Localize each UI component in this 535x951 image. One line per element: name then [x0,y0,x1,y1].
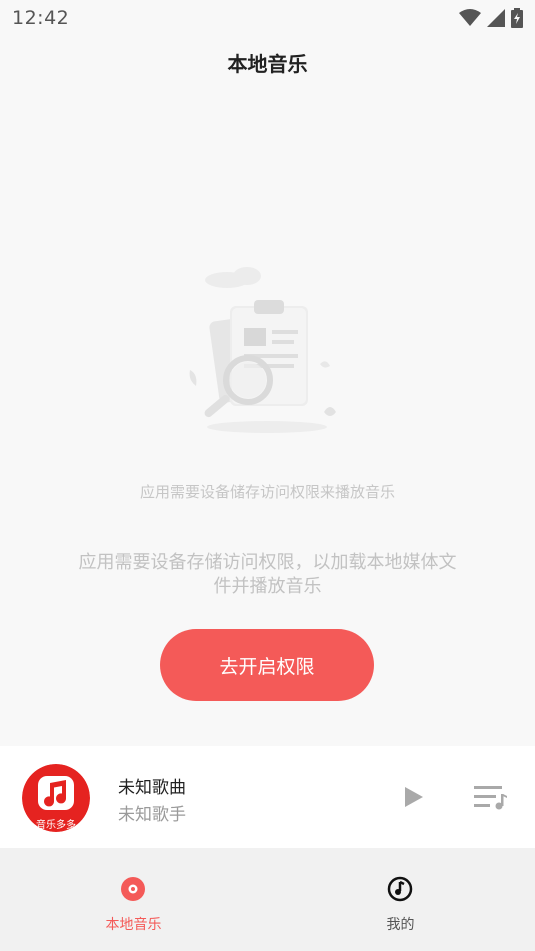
album-art-text: 音乐多多 [36,818,76,831]
playlist-icon [474,786,507,810]
signal-icon [487,9,505,27]
battery-charging-icon [511,8,523,28]
song-artist: 未知歌手 [118,805,186,825]
bottom-nav: 本地音乐 我的 [0,848,535,951]
disc-icon [121,877,145,901]
nav-label-local-music: 本地音乐 [105,917,162,933]
status-bar: 12:42 [0,0,535,36]
mini-player[interactable]: 音乐多多 未知歌曲 未知歌手 [0,746,535,848]
status-icons [459,8,523,28]
play-icon [405,787,423,807]
permission-hint-main: 应用需要设备存储访问权限，以加载本地媒体文件并播放音乐 [78,552,457,597]
page-title: 本地音乐 [227,52,308,76]
permission-hint-small: 应用需要设备储存访问权限来播放音乐 [139,483,395,501]
song-title: 未知歌曲 [118,778,186,798]
wifi-icon [459,9,481,26]
open-permission-button[interactable]: 去开启权限 [160,629,374,701]
album-art[interactable]: 音乐多多 [22,764,90,832]
nav-label-mine: 我的 [386,917,415,933]
nav-item-mine[interactable]: 我的 [267,848,534,951]
nav-item-local-music[interactable]: 本地音乐 [0,848,267,951]
play-button[interactable] [400,784,426,810]
clipboard-search-illustration [172,262,352,442]
music-note-circle-icon [387,876,413,902]
status-time: 12:42 [12,7,70,29]
playlist-button[interactable] [472,782,508,812]
